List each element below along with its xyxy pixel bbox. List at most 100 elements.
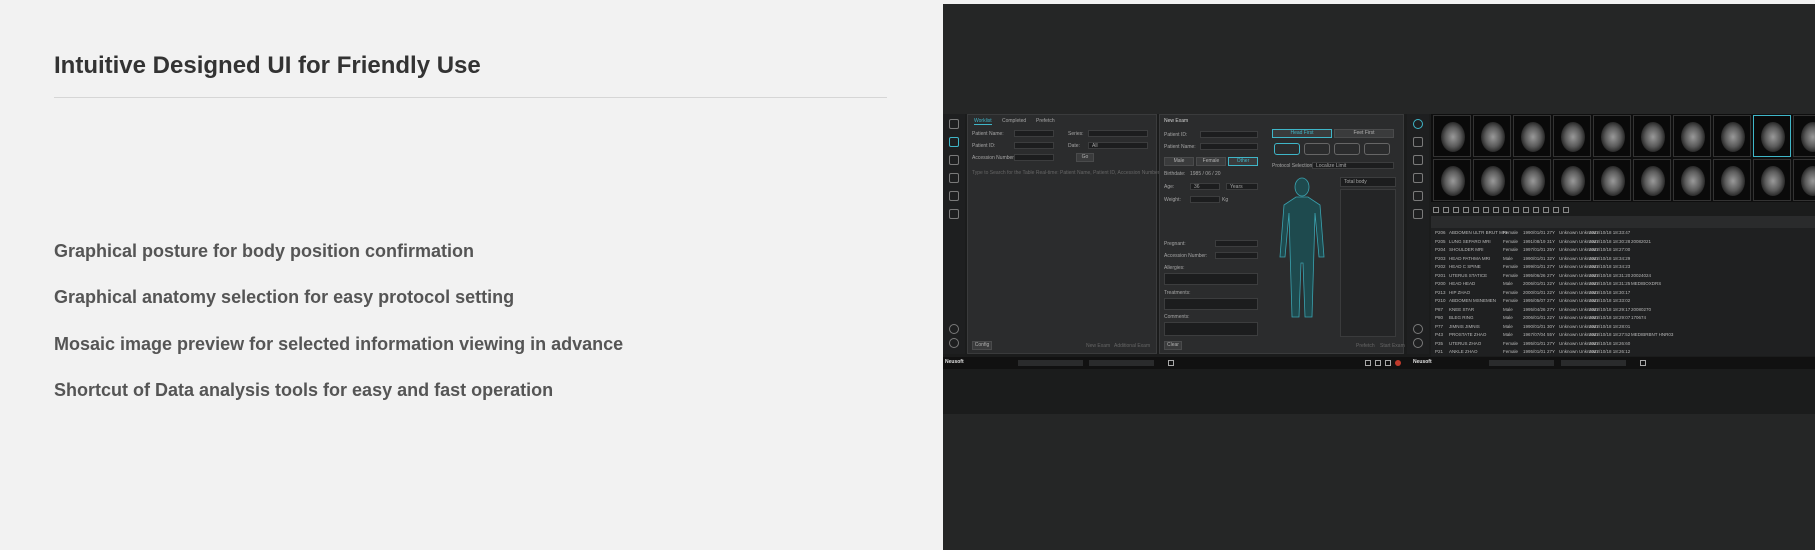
posture-supine-icon[interactable]: [1274, 143, 1300, 155]
help-icon[interactable]: [949, 338, 959, 348]
go-button[interactable]: Go: [1076, 153, 1094, 162]
mosaic-thumbnail[interactable]: [1473, 115, 1511, 157]
mosaic-thumbnail[interactable]: [1473, 159, 1511, 201]
viewer-film-icon[interactable]: [1413, 191, 1423, 201]
mosaic-thumbnail[interactable]: [1593, 115, 1631, 157]
viewer-worklist-icon[interactable]: [1413, 137, 1423, 147]
anatomy-body-figure[interactable]: [1272, 177, 1332, 327]
tool-icon[interactable]: [1433, 207, 1439, 213]
status-icon[interactable]: [1365, 360, 1371, 366]
total-body-select[interactable]: Total body: [1340, 177, 1396, 187]
viewer-scan-icon[interactable]: [1413, 173, 1423, 183]
protocol-select[interactable]: Localize Limit: [1312, 162, 1394, 169]
tab-completed[interactable]: Completed: [1002, 118, 1026, 124]
treatments-input[interactable]: [1164, 298, 1258, 310]
mosaic-thumbnail[interactable]: [1793, 159, 1815, 201]
status-icon[interactable]: [1385, 360, 1391, 366]
clear-button[interactable]: Clear: [1164, 341, 1182, 350]
tab-worklist[interactable]: Worklist: [974, 118, 992, 125]
tool-icon[interactable]: [1523, 207, 1529, 213]
age-input[interactable]: 36: [1190, 183, 1220, 190]
accession-number-input[interactable]: [1014, 154, 1054, 161]
patient-name-input[interactable]: [1014, 130, 1054, 137]
config-button[interactable]: Config: [972, 341, 992, 350]
additional-exam-button[interactable]: Additional Exam: [1114, 343, 1150, 349]
mosaic-thumbnail[interactable]: [1553, 159, 1591, 201]
mosaic-thumbnail[interactable]: [1433, 159, 1471, 201]
feet-first-tab[interactable]: Feet First: [1334, 129, 1394, 138]
posture-prone-icon[interactable]: [1304, 143, 1330, 155]
prefetch-button[interactable]: Prefetch: [1356, 343, 1375, 349]
new-exam-button[interactable]: New Exam: [1086, 343, 1110, 349]
protocol-list[interactable]: [1340, 189, 1396, 337]
viewer-home-icon[interactable]: [1413, 119, 1423, 129]
start-exam-button[interactable]: Start Exam: [1380, 343, 1405, 349]
report-icon[interactable]: [949, 209, 959, 219]
mosaic-thumbnail[interactable]: [1433, 115, 1471, 157]
tab-prefetch[interactable]: Prefetch: [1036, 118, 1055, 124]
tool-icon[interactable]: [1543, 207, 1549, 213]
alert-icon[interactable]: [1395, 360, 1401, 366]
mosaic-thumbnail[interactable]: [1593, 159, 1631, 201]
film-icon[interactable]: [949, 191, 959, 201]
tool-icon[interactable]: [1453, 207, 1459, 213]
mosaic-thumbnail[interactable]: [1713, 159, 1751, 201]
tool-icon[interactable]: [1563, 207, 1569, 213]
viewer-help-icon[interactable]: [1413, 338, 1423, 348]
series-select[interactable]: [1088, 130, 1148, 137]
mosaic-thumbnail[interactable]: [1673, 115, 1711, 157]
patient-id-input[interactable]: [1200, 131, 1258, 138]
tool-icon[interactable]: [1443, 207, 1449, 213]
mosaic-thumbnail[interactable]: [1633, 159, 1671, 201]
pregnant-label: Pregnant:: [1164, 241, 1186, 247]
comments-input[interactable]: [1164, 322, 1258, 336]
date-select[interactable]: All: [1088, 142, 1148, 149]
viewer-patient-icon[interactable]: [1413, 155, 1423, 165]
tool-icon[interactable]: [1503, 207, 1509, 213]
tool-icon[interactable]: [1553, 207, 1559, 213]
table-cell: 1991/08/19: [1523, 238, 1546, 244]
posture-left-icon[interactable]: [1334, 143, 1360, 155]
mosaic-thumbnail[interactable]: [1513, 115, 1551, 157]
birthdate-value[interactable]: 1985 / 06 / 20: [1190, 171, 1221, 177]
mosaic-thumbnail[interactable]: [1713, 115, 1751, 157]
patient-id-input[interactable]: [1014, 142, 1054, 149]
mosaic-thumbnail[interactable]: [1753, 159, 1791, 201]
tool-icon[interactable]: [1533, 207, 1539, 213]
patient-icon[interactable]: [949, 155, 959, 165]
tool-icon[interactable]: [1463, 207, 1469, 213]
mosaic-thumbnail[interactable]: [1753, 115, 1791, 157]
viewer-report-icon[interactable]: [1413, 209, 1423, 219]
worklist-icon[interactable]: [949, 137, 959, 147]
sex-female-button[interactable]: Female: [1196, 157, 1226, 166]
mosaic-image-preview[interactable]: [1431, 114, 1815, 202]
sex-male-button[interactable]: Male: [1164, 157, 1194, 166]
table-row[interactable]: P21 ANKLE ZHAO Female 1995/01/01 27Y Unknown …: [1431, 347, 1815, 357]
accession-number-input[interactable]: [1215, 252, 1258, 259]
settings-icon[interactable]: [949, 324, 959, 334]
tool-icon[interactable]: [1493, 207, 1499, 213]
head-first-tab[interactable]: Head First: [1272, 129, 1332, 138]
mosaic-thumbnail[interactable]: [1553, 115, 1591, 157]
pregnant-select[interactable]: [1215, 240, 1258, 247]
status-icon[interactable]: [1375, 360, 1381, 366]
screen-icon[interactable]: [1168, 360, 1174, 366]
tool-icon[interactable]: [1473, 207, 1479, 213]
mosaic-thumbnail[interactable]: [1633, 115, 1671, 157]
screen-icon[interactable]: [1640, 360, 1646, 366]
weight-input[interactable]: [1190, 196, 1220, 203]
viewer-settings-icon[interactable]: [1413, 324, 1423, 334]
posture-right-icon[interactable]: [1364, 143, 1390, 155]
scan-icon[interactable]: [949, 173, 959, 183]
tool-icon[interactable]: [1483, 207, 1489, 213]
allergies-input[interactable]: [1164, 273, 1258, 285]
home-icon[interactable]: [949, 119, 959, 129]
patient-name-input[interactable]: [1200, 143, 1258, 150]
mosaic-thumbnail[interactable]: [1673, 159, 1711, 201]
mosaic-thumbnail[interactable]: [1793, 115, 1815, 157]
mosaic-thumbnail[interactable]: [1513, 159, 1551, 201]
sex-other-button[interactable]: Other: [1228, 157, 1258, 166]
age-unit-select[interactable]: Years: [1226, 183, 1258, 190]
status-field: [1489, 360, 1554, 366]
tool-icon[interactable]: [1513, 207, 1519, 213]
